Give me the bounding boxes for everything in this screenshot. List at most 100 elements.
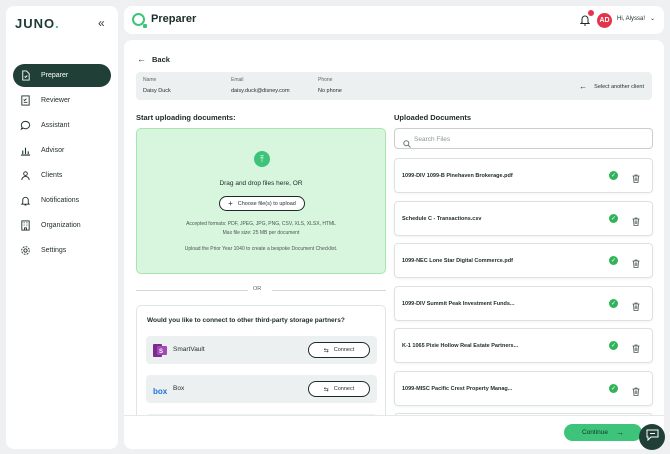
- divider-line: [272, 290, 386, 291]
- client-phone: No phone: [318, 88, 342, 94]
- select-another-label: Select another client: [594, 83, 644, 90]
- partner-name: SmartVault: [173, 346, 205, 353]
- client-name-field: Name Daisy Duck: [143, 77, 171, 94]
- client-email: daisy.duck@disney.com: [231, 88, 290, 94]
- check-circle-icon: ✓: [609, 383, 618, 393]
- sidebar-item-notifications[interactable]: Notifications: [13, 189, 111, 212]
- chat-support-button[interactable]: [639, 424, 665, 450]
- collapse-sidebar-icon[interactable]: «: [98, 16, 105, 30]
- sidebar-item-label: Assistant: [41, 122, 70, 129]
- sidebar-item-label: Reviewer: [41, 97, 71, 104]
- sidebar-item-label: Notifications: [41, 197, 80, 204]
- uploaded-section-title: Uploaded Documents: [394, 113, 472, 122]
- sidebar-item-reviewer[interactable]: Reviewer: [13, 89, 111, 112]
- notifications-bell-icon[interactable]: [579, 10, 594, 31]
- trash-icon[interactable]: [632, 213, 640, 231]
- uploaded-files-list: 1099-DIV 1099-B Pinehaven Brokerage.pdf …: [394, 158, 653, 441]
- list-item[interactable]: 1099-DIV 1099-B Pinehaven Brokerage.pdf …: [394, 158, 653, 193]
- sidebar-item-label: Clients: [41, 172, 63, 179]
- list-item[interactable]: Schedule C - Transactions.csv ✓: [394, 200, 653, 236]
- sidebar-item-clients[interactable]: Clients: [13, 164, 111, 187]
- choose-files-button[interactable]: + Choose file(s) to upload: [219, 196, 305, 211]
- arrow-left-icon: ←: [579, 82, 588, 91]
- plus-icon: +: [228, 199, 233, 208]
- svg-text:S: S: [159, 349, 163, 355]
- continue-button[interactable]: Continue →: [564, 424, 642, 441]
- connect-smartvault-button[interactable]: ⇆ Connect: [308, 342, 370, 358]
- sidebar-item-label: Settings: [41, 247, 67, 254]
- preparer-logo-icon: [132, 13, 147, 28]
- partner-name: Box: [173, 385, 185, 392]
- notification-badge: [588, 10, 594, 16]
- sidebar-item-preparer[interactable]: Preparer: [13, 64, 111, 87]
- trash-icon[interactable]: [632, 298, 640, 316]
- partner-row-smartvault: S SmartVault ⇆ Connect: [146, 336, 377, 364]
- trash-icon[interactable]: [632, 340, 640, 358]
- sidebar-item-advisor[interactable]: Advisor: [13, 139, 111, 162]
- connect-icon: ⇆: [323, 386, 329, 393]
- trash-icon[interactable]: [632, 170, 640, 188]
- check-circle-icon: ✓: [609, 213, 618, 223]
- clients-icon: [19, 170, 31, 182]
- sidebar-item-label: Preparer: [41, 72, 69, 79]
- choose-files-label: Choose file(s) to upload: [237, 200, 296, 207]
- partner-row-box: box Box ⇆ Connect: [146, 375, 377, 403]
- checklist-icon: [19, 95, 31, 107]
- footer-bar: Continue →: [124, 415, 664, 449]
- client-name: Daisy Duck: [143, 88, 171, 94]
- trash-icon[interactable]: [632, 383, 640, 401]
- divider-line: [136, 290, 248, 291]
- connect-label: Connect: [333, 347, 355, 353]
- list-item[interactable]: 1099-NEC Lone Star Digital Commerce.pdf …: [394, 243, 653, 278]
- avatar[interactable]: AD: [597, 13, 612, 28]
- chat-icon: [19, 120, 31, 132]
- user-greeting[interactable]: Hi, Alyssa!: [617, 16, 645, 22]
- list-item[interactable]: 1099-DIV Summit Peak Investment Funds...…: [394, 285, 653, 321]
- partners-question: Would you like to connect to other third…: [147, 317, 345, 324]
- chevron-down-icon[interactable]: ⌄: [650, 15, 655, 22]
- client-info-bar: Name Daisy Duck Email daisy.duck@disney.…: [136, 72, 652, 100]
- top-header: Preparer AD Hi, Alyssa! ⌄: [124, 6, 664, 34]
- list-item[interactable]: K-1 1065 Pixie Hollow Real Estate Partne…: [394, 328, 653, 363]
- sidebar-item-label: Advisor: [41, 147, 65, 154]
- file-name: K-1 1065 Pixie Hollow Real Estate Partne…: [402, 343, 519, 349]
- file-name: Schedule C - Transactions.csv: [402, 215, 482, 222]
- gear-icon: [19, 245, 31, 257]
- email-label: Email: [231, 77, 244, 83]
- search-input[interactable]: [414, 133, 644, 145]
- select-another-client-button[interactable]: ← Select another client: [579, 82, 644, 91]
- connect-label: Connect: [333, 386, 355, 392]
- sidebar-item-settings[interactable]: Settings: [13, 239, 111, 262]
- search-icon: [403, 135, 411, 153]
- back-button[interactable]: ← Back: [137, 54, 170, 64]
- search-files-field[interactable]: [394, 128, 653, 149]
- upload-section-title: Start uploading documents:: [136, 113, 236, 122]
- check-circle-icon: ✓: [609, 341, 618, 350]
- arrow-right-icon: →: [616, 428, 625, 437]
- file-name: 1099-DIV 1099-B Pinehaven Brokerage.pdf: [402, 173, 513, 179]
- arrow-left-icon: ←: [137, 54, 146, 64]
- upload-icon: ⤒: [254, 151, 270, 167]
- app-logo[interactable]: JUNO.: [15, 16, 60, 31]
- list-item[interactable]: 1099-MISC Pacific Crest Property Manag..…: [394, 370, 653, 406]
- or-text: OR: [253, 286, 262, 292]
- dropzone-title: Drag and drop files here, OR: [219, 180, 303, 187]
- check-circle-icon: ✓: [609, 298, 618, 308]
- trash-icon[interactable]: [632, 255, 640, 273]
- phone-label: Phone: [318, 77, 333, 83]
- check-circle-icon: ✓: [609, 171, 618, 180]
- chat-bubble-icon: [646, 428, 659, 446]
- sidebar-item-organization[interactable]: Organization: [13, 214, 111, 237]
- back-label: Back: [152, 54, 170, 64]
- connect-box-button[interactable]: ⇆ Connect: [308, 381, 370, 397]
- building-icon: [19, 220, 31, 232]
- file-name: 1099-MISC Pacific Crest Property Manag..…: [402, 385, 513, 392]
- file-dropzone[interactable]: ⤒ Drag and drop files here, OR + Choose …: [136, 128, 386, 274]
- client-phone-field: Phone No phone: [318, 77, 342, 94]
- file-name: 1099-NEC Lone Star Digital Commerce.pdf: [402, 258, 513, 264]
- prior-year-hint: Upload the Prior Year 1040 to create a b…: [184, 246, 338, 252]
- smartvault-logo-icon: S: [153, 344, 167, 362]
- name-label: Name: [143, 77, 157, 83]
- sidebar-item-assistant[interactable]: Assistant: [13, 114, 111, 137]
- file-name: 1099-DIV Summit Peak Investment Funds...: [402, 300, 515, 307]
